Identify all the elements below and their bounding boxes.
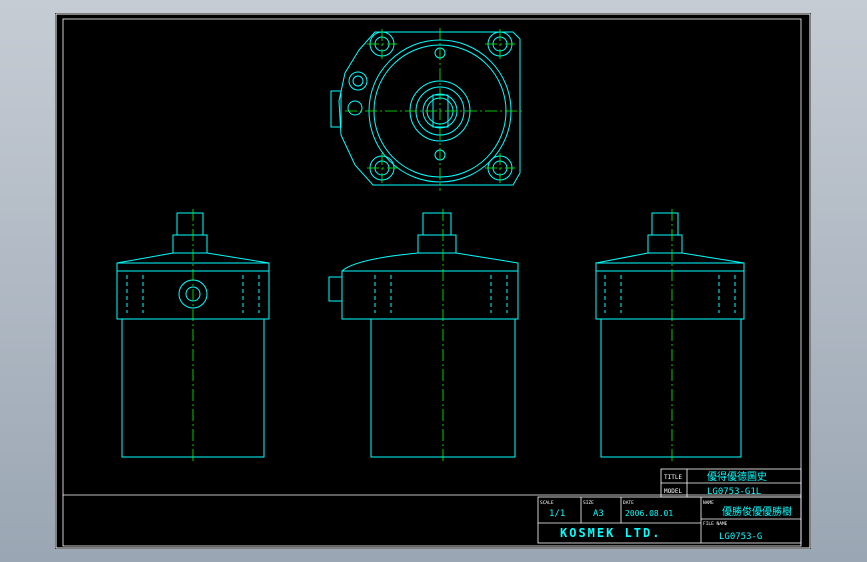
size-value: A3	[593, 509, 604, 519]
file-label: FILE NAME	[703, 521, 728, 527]
model-value: LG0753-G1L	[707, 487, 761, 497]
title-block-labels: TITLE MODEL SCALE SIZE DATE NAME FILE NA…	[540, 474, 728, 527]
model-label: MODEL	[664, 488, 682, 495]
scale-value: 1/1	[549, 509, 565, 519]
company-name: KOSMEK LTD.	[560, 526, 661, 540]
name-label: NAME	[703, 500, 714, 506]
outer-frame	[55, 13, 811, 549]
cad-viewport[interactable]: TITLE MODEL SCALE SIZE DATE NAME FILE NA…	[0, 0, 867, 562]
drawing-canvas: TITLE MODEL SCALE SIZE DATE NAME FILE NA…	[55, 13, 811, 549]
title-value: 優得優德圖史	[707, 470, 767, 483]
top-view	[330, 31, 521, 186]
date-label: DATE	[623, 500, 634, 506]
file-value: LG0753-G	[719, 532, 762, 542]
inner-frame	[62, 18, 802, 547]
title-label: TITLE	[664, 474, 682, 481]
size-label: SIZE	[583, 500, 594, 506]
front-view-center	[328, 212, 519, 458]
front-view-right	[595, 212, 745, 458]
scale-label: SCALE	[540, 500, 554, 506]
date-value: 2006.08.01	[625, 509, 673, 518]
drawing-sheet: TITLE MODEL SCALE SIZE DATE NAME FILE NA…	[55, 13, 811, 549]
name-value: 優勝俊優優勝樹	[722, 505, 792, 518]
